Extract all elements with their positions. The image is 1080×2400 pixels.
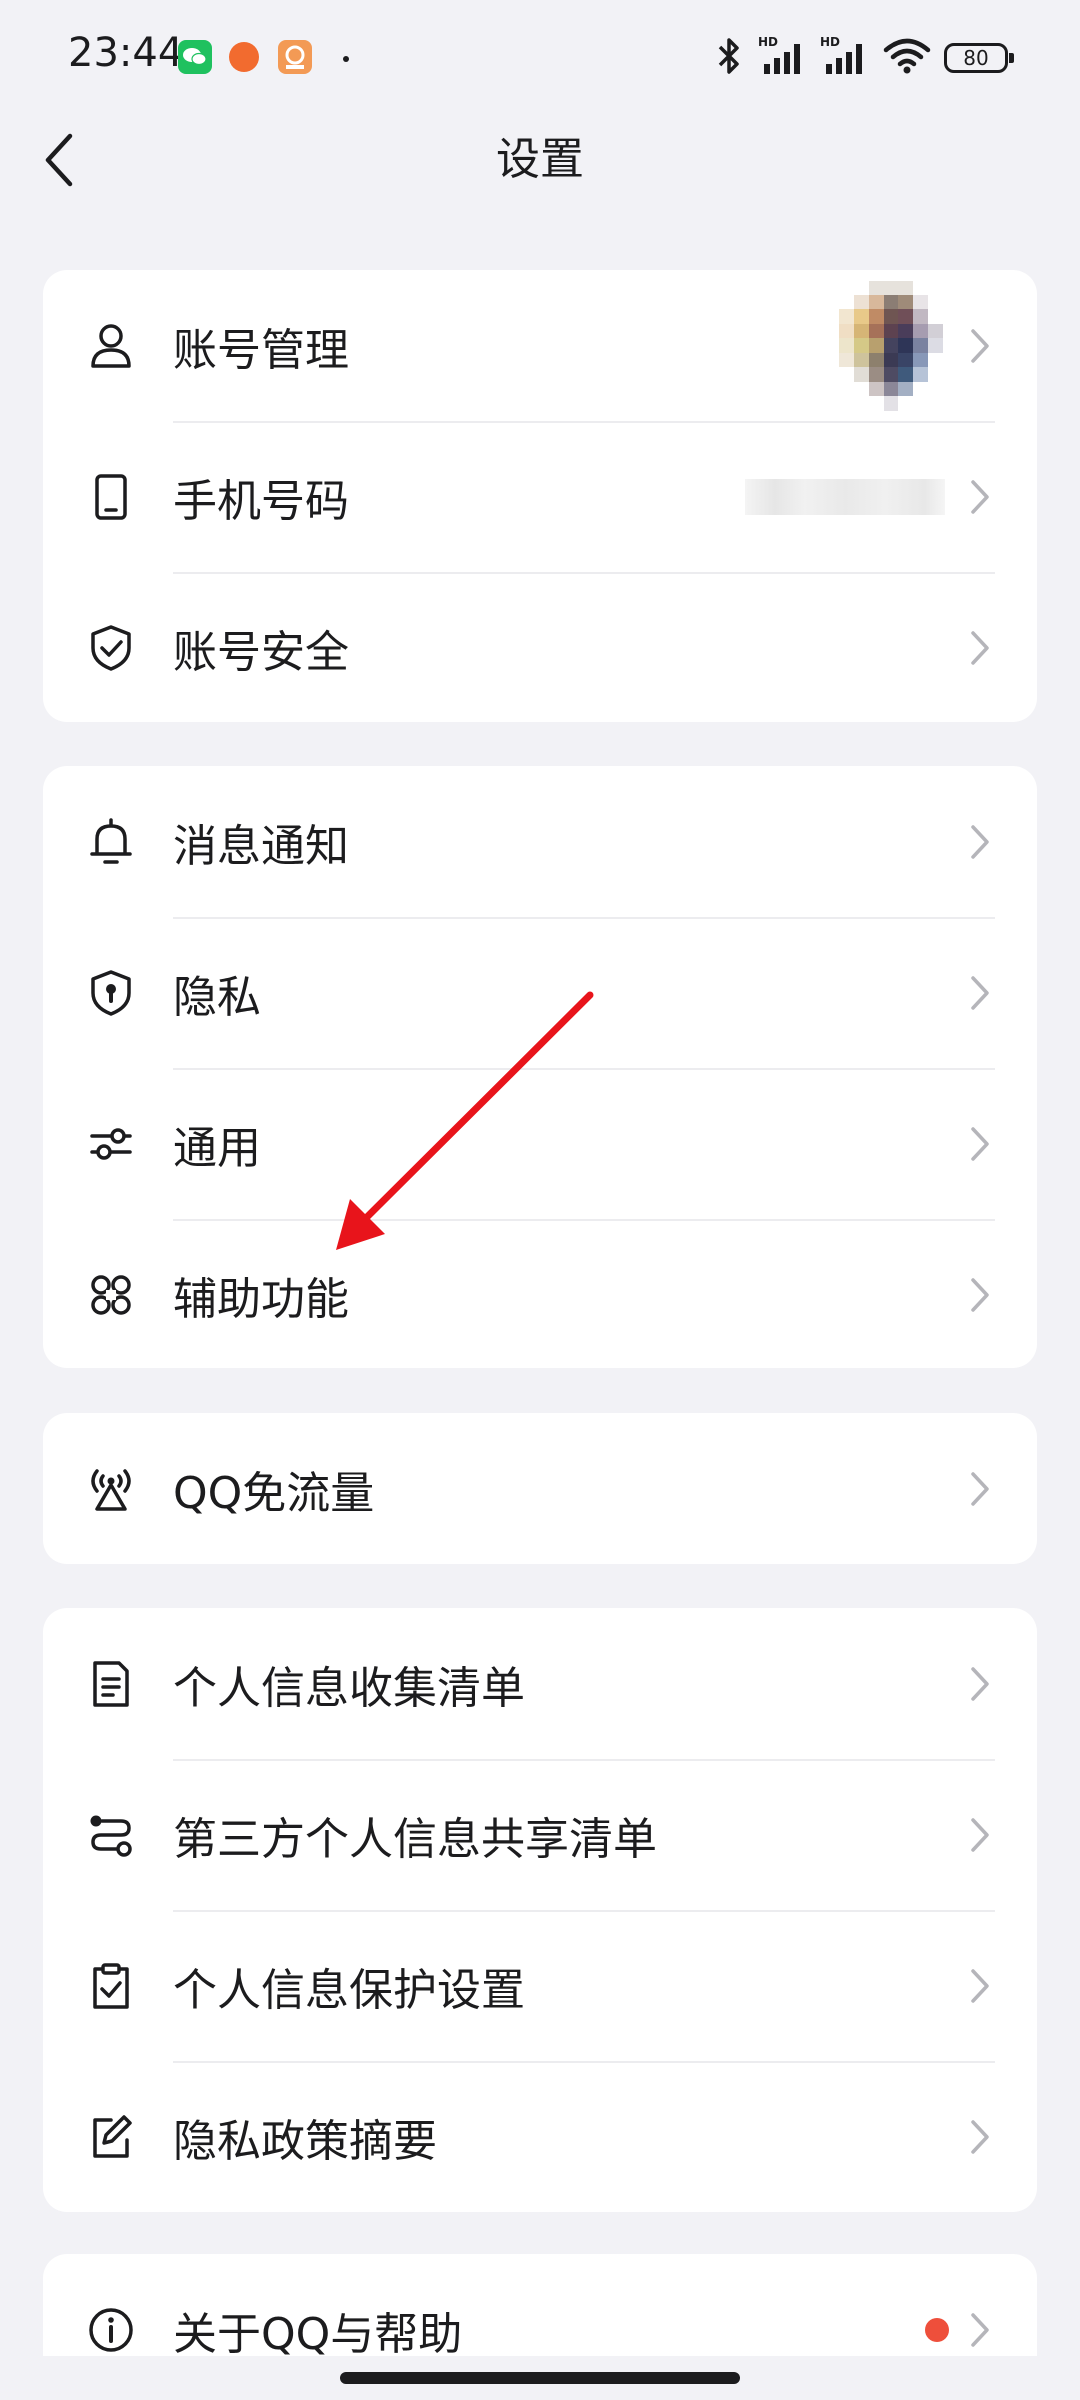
chevron-right-icon	[965, 1815, 995, 1855]
info-icon	[85, 2304, 137, 2356]
phone-icon	[85, 471, 137, 523]
bell-icon	[85, 816, 137, 868]
settings-item-privacy[interactable]: 隐私	[43, 917, 1037, 1068]
privacy-shield-icon	[85, 967, 137, 1019]
chevron-right-icon	[965, 822, 995, 862]
settings-screen: 23:44 HD HD 80 设置 账号管理 手机号码 账号安全 消息通知 隐私…	[0, 0, 1080, 2400]
chevron-right-icon	[965, 628, 995, 668]
user-icon	[85, 320, 137, 372]
navigation-header: 设置	[0, 110, 1080, 210]
sliders-icon	[85, 1118, 137, 1170]
home-indicator[interactable]	[340, 2372, 740, 2384]
svg-text:HD: HD	[820, 35, 840, 49]
phone-number-value-blurred	[745, 478, 945, 515]
settings-item-label: 隐私政策摘要	[173, 2115, 437, 2167]
settings-item-label: 账号安全	[173, 626, 349, 678]
avatar[interactable]	[839, 280, 943, 411]
checklist-icon	[85, 1960, 137, 2012]
wechat-notification-icon	[178, 40, 212, 74]
chevron-right-icon	[965, 1124, 995, 1164]
battery-level: 80	[963, 46, 989, 70]
cellular-signal-2-icon: HD	[820, 34, 870, 82]
share-route-icon	[85, 1809, 137, 1861]
personal-information-group: 个人信息收集清单 第三方个人信息共享清单 个人信息保护设置 隐私政策摘要	[43, 1608, 1037, 2212]
data-plan-group: QQ免流量	[43, 1413, 1037, 1564]
document-list-icon	[85, 1658, 137, 1710]
settings-item-label: 手机号码	[173, 475, 349, 527]
chevron-right-icon	[965, 973, 995, 1013]
chevron-right-icon	[965, 1664, 995, 1704]
update-badge-dot	[925, 2317, 949, 2342]
settings-item-label: 辅助功能	[173, 1273, 349, 1325]
wifi-icon	[882, 36, 932, 80]
signal-tower-icon	[85, 1463, 137, 1515]
chevron-right-icon	[965, 2117, 995, 2157]
settings-item-label: QQ免流量	[173, 1467, 375, 1519]
chevron-right-icon	[965, 1469, 995, 1509]
status-bar: 23:44 HD HD 80	[0, 0, 1080, 120]
cellular-signal-1-icon: HD	[758, 34, 808, 82]
chevron-right-icon	[965, 2310, 995, 2350]
chevron-right-icon	[965, 477, 995, 517]
status-indicators: HD HD 80	[712, 34, 1014, 82]
settings-item-label: 个人信息收集清单	[173, 1662, 525, 1714]
orange-app-notification-icon	[229, 42, 259, 72]
settings-item-label: 账号管理	[173, 324, 349, 376]
shield-check-icon	[85, 622, 137, 674]
chevron-right-icon	[965, 326, 995, 366]
settings-item-label: 通用	[173, 1122, 261, 1174]
edit-icon	[85, 2111, 137, 2163]
settings-item-personal-info-collection-list[interactable]: 个人信息收集清单	[43, 1608, 1037, 1759]
command-icon	[85, 1269, 137, 1321]
more-notifications-dot	[343, 56, 349, 62]
app-settings-group: 消息通知 隐私 通用 辅助功能	[43, 766, 1037, 1368]
account-settings-group: 账号管理 手机号码 账号安全	[43, 270, 1037, 722]
settings-item-qq-free-data[interactable]: QQ免流量	[43, 1413, 1037, 1564]
svg-text:HD: HD	[758, 35, 778, 49]
settings-item-personal-info-protection[interactable]: 个人信息保护设置	[43, 1910, 1037, 2061]
settings-item-accessibility[interactable]: 辅助功能	[43, 1219, 1037, 1368]
settings-item-privacy-policy-summary[interactable]: 隐私政策摘要	[43, 2061, 1037, 2212]
settings-item-label: 第三方个人信息共享清单	[173, 1813, 657, 1865]
page-title: 设置	[496, 134, 584, 185]
chevron-right-icon	[965, 1275, 995, 1315]
settings-item-label: 关于QQ与帮助	[173, 2308, 463, 2360]
settings-item-label: 隐私	[173, 971, 261, 1023]
settings-item-label: 个人信息保护设置	[173, 1964, 525, 2016]
app-notification-icon	[278, 40, 312, 74]
settings-item-phone-number[interactable]: 手机号码	[43, 421, 1037, 572]
settings-item-notifications[interactable]: 消息通知	[43, 766, 1037, 917]
settings-item-label: 消息通知	[173, 820, 349, 872]
settings-item-general[interactable]: 通用	[43, 1068, 1037, 1219]
status-time: 23:44	[68, 30, 184, 76]
chevron-right-icon	[965, 1966, 995, 2006]
settings-item-account-security[interactable]: 账号安全	[43, 572, 1037, 722]
settings-item-account-management[interactable]: 账号管理	[43, 270, 1037, 421]
battery-indicator: 80	[944, 43, 1014, 73]
settings-item-third-party-sharing-list[interactable]: 第三方个人信息共享清单	[43, 1759, 1037, 1910]
bluetooth-icon	[712, 36, 746, 80]
